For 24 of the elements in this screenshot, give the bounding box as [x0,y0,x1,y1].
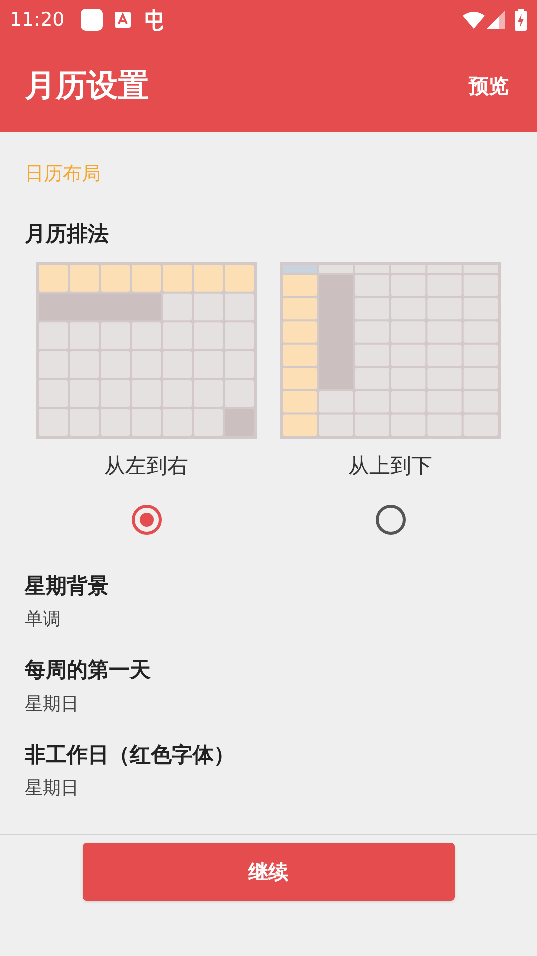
app-icon [80,9,103,31]
item-value: 单调 [25,608,62,632]
status-time: 11:20 [10,8,65,33]
signal-icon [487,11,505,29]
continue-button[interactable]: 继续 [82,843,454,901]
option-label: 从左到右 [104,453,188,480]
radio-button[interactable] [132,504,162,534]
item-value: 星期日 [25,777,80,801]
item-title: 每周的第一天 [25,657,152,684]
battery-icon [515,9,527,31]
setting-item[interactable]: 星期背景 单调 [25,570,512,633]
translate-icon [114,12,131,28]
item-value: 星期日 [25,692,80,716]
page-title: 月历设置 [25,66,149,106]
setting-title: 月历排法 [25,220,110,248]
option-label: 从上到下 [348,453,432,480]
item-title: 星期背景 [25,572,110,600]
preview-button[interactable]: 预览 [469,71,509,101]
wifi-icon [463,11,485,29]
radio-button[interactable] [376,504,406,534]
setting-item[interactable]: 非工作日（红色字体） 星期日 [25,740,512,802]
setting-item[interactable]: 每周的第一天 星期日 [25,655,512,718]
item-title: 非工作日（红色字体） [25,742,236,768]
section-label: 日历布局 [25,162,102,187]
